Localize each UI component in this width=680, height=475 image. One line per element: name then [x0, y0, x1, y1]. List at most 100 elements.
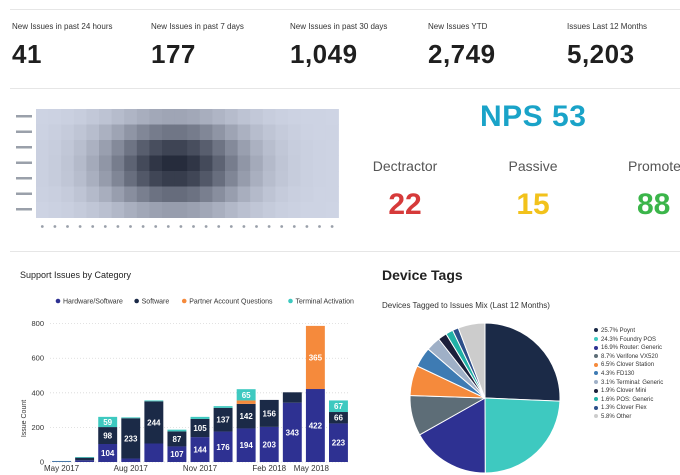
heatmap-cell — [48, 140, 62, 156]
device-tags-subtitle: Devices Tagged to Issues Mix (Last 12 Mo… — [382, 301, 550, 310]
legend-item[interactable]: 8.7% Verifone VX520 — [594, 353, 663, 362]
kpi-ytd[interactable]: New Issues YTD 2,749 — [428, 22, 496, 70]
heatmap-cell — [48, 109, 62, 125]
heatmap-cell — [212, 186, 226, 203]
heatmap-cell — [187, 155, 201, 172]
detractor-label: Dectractor — [372, 158, 438, 174]
legend-item[interactable]: 1.6% POS: Generic — [594, 396, 663, 405]
heatmap-cell — [61, 171, 75, 187]
heatmap-cell — [262, 186, 276, 203]
kpi-12m[interactable]: Issues Last 12 Months 5,203 — [567, 22, 647, 70]
legend-item[interactable]: 4.3% FD130 — [594, 370, 663, 379]
data-label: 422 — [309, 422, 323, 431]
legend-marker — [594, 354, 598, 359]
heatmap-cell — [212, 155, 226, 172]
heatmap-cell — [325, 171, 339, 187]
device-tags-title: Device Tags — [382, 267, 463, 283]
kpi-divider — [10, 88, 680, 89]
heatmap-cell — [300, 155, 314, 172]
legend-marker — [594, 414, 598, 419]
legend-marker — [594, 371, 598, 376]
heatmap-col-label-blurred — [255, 225, 258, 228]
bar-segment — [282, 392, 302, 403]
x-tick-label: May 2018 — [294, 464, 330, 473]
kpi-label: New Issues in past 7 days — [151, 22, 244, 31]
device-tags-pie[interactable] — [405, 322, 565, 475]
heatmap-cell — [225, 171, 239, 187]
legend-item[interactable]: 1.9% Clover Mini — [594, 387, 663, 396]
legend-label: 25.7% Poynt — [601, 328, 636, 334]
heatmap-cell — [36, 155, 50, 172]
promoter-value: 88 — [637, 188, 671, 221]
heatmap-cell — [262, 124, 276, 141]
x-tick-label: Aug 2017 — [114, 464, 149, 473]
heatmap-cell — [99, 171, 113, 187]
heatmap-col-label-blurred — [154, 225, 158, 228]
heatmap-cell — [199, 202, 213, 218]
kpi-7d[interactable]: New Issues in past 7 days 177 — [151, 22, 244, 70]
heatmap-col-label-blurred — [292, 225, 296, 228]
mid-divider — [10, 251, 680, 252]
heatmap-cell — [199, 124, 213, 141]
legend-item[interactable]: 25.7% Poynt — [594, 327, 663, 336]
support-issues-chart[interactable]: Hardware/Software Software Partner Account… — [10, 290, 365, 475]
bar-segment — [75, 457, 95, 461]
heatmap-col-label-blurred — [116, 225, 120, 228]
heatmap-cell — [300, 171, 314, 187]
heatmap-cell — [111, 124, 125, 141]
heatmap-cell — [174, 171, 188, 187]
legend-label: Software — [142, 299, 170, 306]
heatmap-cell — [288, 171, 302, 187]
heatmap-cell — [237, 186, 251, 203]
pie-slice — [484, 397, 561, 474]
legend-marker — [594, 405, 598, 410]
kpi-value: 177 — [151, 39, 196, 69]
pie-slice — [484, 322, 561, 402]
heatmap-cell — [313, 202, 327, 218]
heatmap-cell — [212, 124, 226, 141]
heatmap-cell — [212, 171, 226, 187]
heatmap-cell — [149, 140, 163, 156]
heatmap-cell — [36, 140, 50, 156]
heatmap-cell — [212, 140, 226, 156]
heatmap-cell — [212, 202, 226, 218]
heatmap-col-label-blurred — [242, 225, 246, 228]
data-label: 223 — [332, 439, 346, 448]
legend-item[interactable]: 6.5% Clover Station — [594, 361, 663, 370]
legend-label: Terminal Activation — [296, 299, 354, 306]
data-label: 233 — [124, 434, 138, 443]
heatmap-cell — [136, 202, 150, 218]
kpi-24h[interactable]: New Issues in past 24 hours 41 — [12, 22, 113, 70]
heatmap-cell — [313, 155, 327, 172]
data-label: 156 — [263, 409, 277, 418]
heatmap-cell — [48, 124, 62, 141]
data-label: 107 — [170, 450, 184, 459]
y-tick-label: 800 — [31, 319, 44, 328]
legend-item[interactable]: 3.1% Terminal: Generic — [594, 379, 663, 388]
heatmap-cell — [48, 171, 62, 187]
heatmap-cell — [61, 140, 75, 156]
legend-marker — [594, 345, 598, 350]
heatmap-cell — [174, 202, 188, 218]
heatmap-cell — [124, 155, 138, 172]
legend-label: 1.9% Clover Mini — [601, 388, 647, 395]
heatmap-cell — [73, 155, 87, 172]
bar-segment — [52, 461, 71, 462]
kpi-30d[interactable]: New Issues in past 30 days 1,049 — [290, 22, 387, 70]
heatmap-cell — [250, 186, 264, 203]
kpi-label: New Issues in past 24 hours — [12, 22, 113, 31]
x-tick-label: Nov 2017 — [183, 464, 218, 473]
kpi-value: 2,749 — [428, 39, 496, 69]
issue-heatmap[interactable] — [10, 105, 345, 233]
kpi-label: New Issues YTD — [428, 22, 488, 31]
support-chart-title: Support Issues by Category — [20, 270, 132, 280]
bar-segment — [75, 456, 95, 458]
legend-marker — [594, 397, 598, 402]
heatmap-cell — [250, 155, 264, 172]
legend-item[interactable]: 16.9% Router: Generic — [594, 344, 663, 353]
heatmap-row-label-blurred — [16, 161, 32, 164]
legend-item[interactable]: 5.8% Other — [594, 413, 663, 422]
legend-item[interactable]: 24.3% Foundry POS — [594, 336, 663, 345]
legend-item[interactable]: 1.3% Clover Flex — [594, 404, 663, 413]
heatmap-cell — [187, 109, 201, 125]
